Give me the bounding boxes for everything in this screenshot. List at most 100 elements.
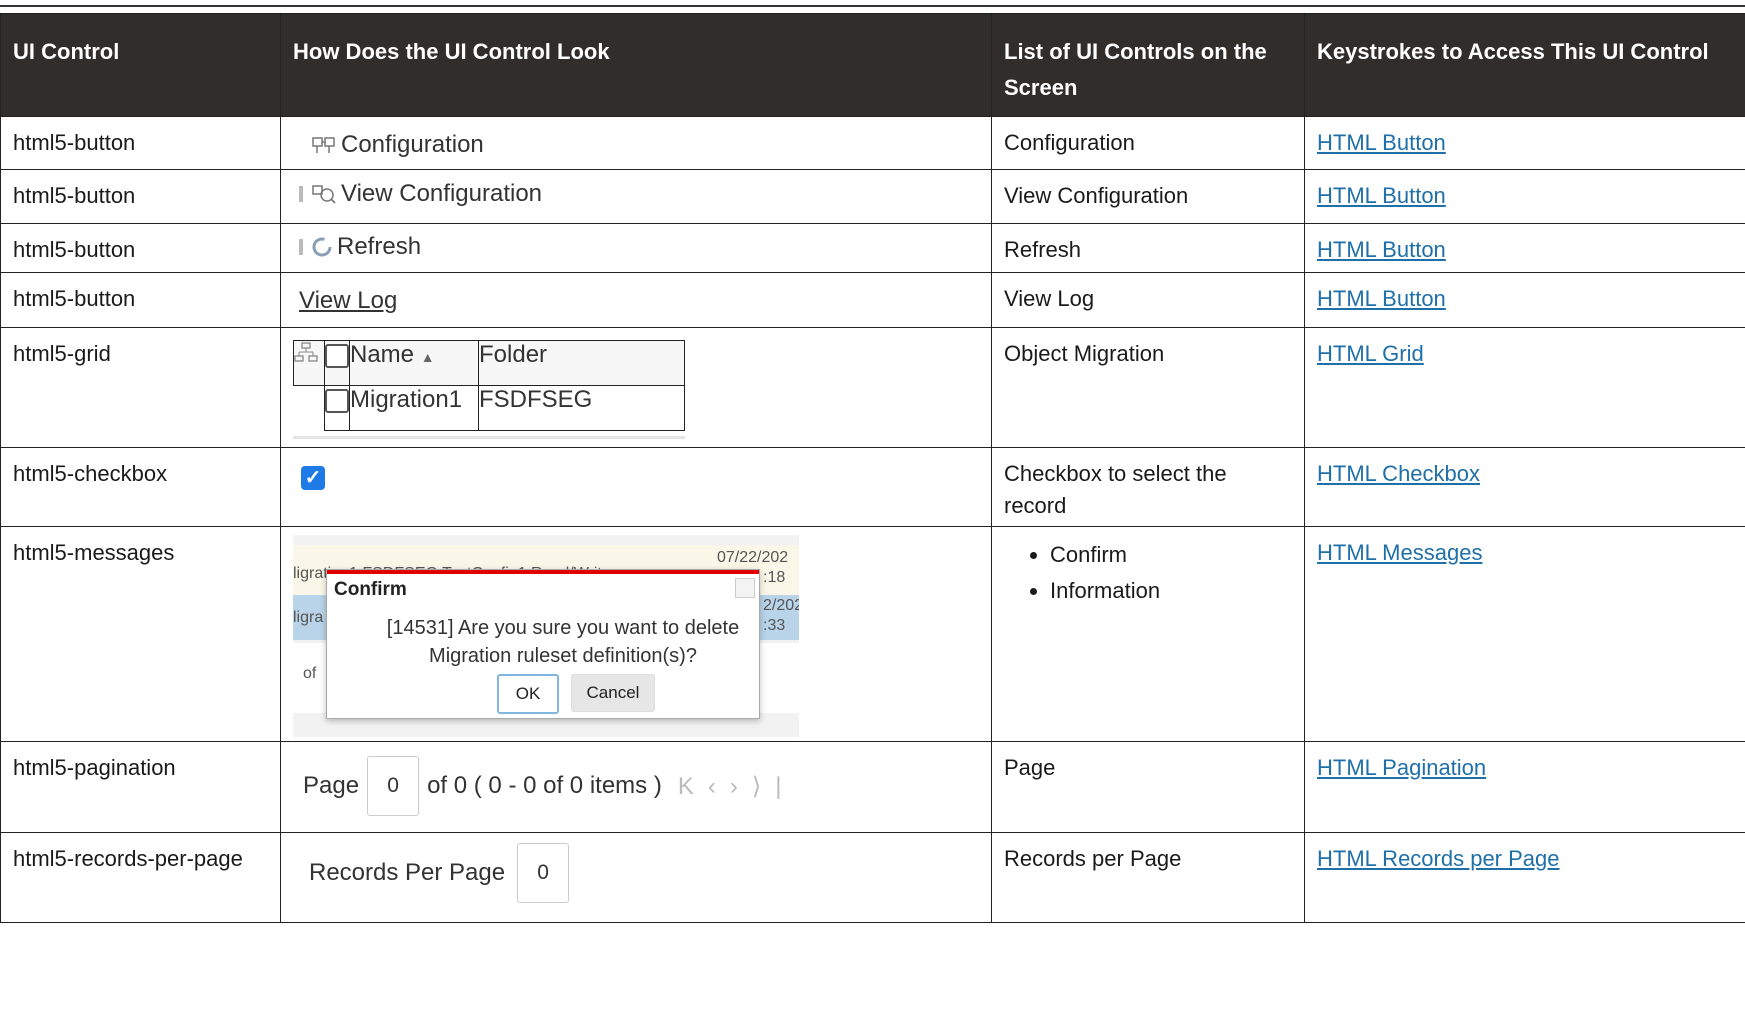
table-row: html5-button Refresh Refresh HTML Button — [0, 223, 1745, 273]
table-header-row: UI Control How Does the UI Control Look … — [0, 13, 1745, 117]
control-name: html5-button — [0, 223, 281, 273]
view-configuration-icon — [311, 183, 337, 205]
keystroke-cell: HTML Button — [1304, 116, 1745, 170]
dialog-message: [14531] Are you sure you want to delete … — [386, 617, 740, 667]
message-types-list: Confirm Information — [1026, 537, 1292, 609]
page-number-input[interactable]: 0 — [367, 756, 420, 816]
checked-checkbox[interactable]: ✓ — [301, 466, 325, 490]
keystroke-cell: HTML Button — [1304, 223, 1745, 273]
control-name: html5-button — [0, 116, 281, 170]
table-row: html5-button View Log View Log HTML Butt… — [0, 272, 1745, 328]
ok-button[interactable]: OK — [497, 674, 559, 714]
grid-col-folder[interactable]: Folder — [478, 340, 685, 386]
view-log-link[interactable]: View Log — [299, 287, 397, 315]
html-button-link[interactable]: HTML Button — [1317, 286, 1446, 311]
header-ui-control: UI Control — [0, 13, 281, 117]
look-cell: Refresh — [280, 223, 992, 273]
ui-controls-table: UI Control How Does the UI Control Look … — [0, 13, 1745, 923]
look-cell: ✓ — [280, 447, 992, 527]
sort-asc-icon: ▲ — [420, 349, 435, 365]
dialog-accent-bar — [327, 570, 759, 574]
separator-icon — [299, 186, 303, 202]
confirm-dialog-screenshot: ligration1 FSDFSEG TextConfig1 Read/Writ… — [293, 535, 799, 737]
grid-col-name[interactable]: Name ▲ — [349, 340, 479, 386]
table-row: html5-pagination Page 0 of 0 ( 0 - 0 of … — [0, 741, 1745, 833]
html-button-link[interactable]: HTML Button — [1317, 237, 1446, 262]
grid-header-row: Name ▲ Folder — [293, 340, 685, 386]
pager-nav-icons: K‹›⟩| — [678, 772, 796, 801]
control-name: html5-messages — [0, 526, 281, 742]
page-label: Page — [303, 772, 360, 799]
look-cell: ligration1 FSDFSEG TextConfig1 Read/Writ… — [280, 526, 992, 742]
control-list: Refresh — [991, 223, 1305, 273]
look-cell: Configuration — [280, 116, 992, 170]
look-cell: Page 0 of 0 ( 0 - 0 of 0 items ) K‹›⟩| — [280, 741, 992, 833]
control-name: html5-records-per-page — [0, 832, 281, 923]
grid-row: Migration1 FSDFSEG — [293, 385, 685, 431]
prev-page-icon[interactable]: ‹ — [708, 773, 730, 800]
dialog-close-icon[interactable] — [735, 578, 755, 598]
control-name: html5-grid — [0, 327, 281, 448]
next-page-icon[interactable]: › — [730, 773, 752, 800]
page-summary: of 0 ( 0 - 0 of 0 items ) — [427, 772, 662, 799]
background-date: 07/22/202 — [717, 549, 789, 566]
control-list: Object Migration — [991, 327, 1305, 448]
control-name: html5-checkbox — [0, 447, 281, 527]
look-cell: View Log — [280, 272, 992, 328]
header-keystrokes: Keystrokes to Access This UI Control — [1304, 13, 1745, 117]
list-item: Information — [1050, 573, 1292, 609]
list-item: Confirm — [1050, 537, 1292, 573]
keystroke-cell: HTML Grid — [1304, 327, 1745, 448]
header-look: How Does the UI Control Look — [280, 13, 992, 117]
background-time: :18 — [763, 569, 786, 586]
html-button-link[interactable]: HTML Button — [1317, 130, 1446, 155]
control-name: html5-pagination — [0, 741, 281, 833]
html-messages-link[interactable]: HTML Messages — [1317, 540, 1482, 565]
html-button-link[interactable]: HTML Button — [1317, 183, 1446, 208]
background-date: 2/202 — [763, 597, 799, 614]
refresh-button[interactable]: Refresh — [299, 233, 421, 261]
grid-cell-folder: FSDFSEG — [478, 385, 685, 431]
control-list: View Configuration — [991, 169, 1305, 224]
html-checkbox-link[interactable]: HTML Checkbox — [1317, 461, 1480, 486]
first-page-icon[interactable]: K — [678, 773, 708, 800]
view-configuration-button[interactable]: View Configuration — [299, 180, 542, 208]
control-list: Configuration — [991, 116, 1305, 170]
keystroke-cell: HTML Pagination — [1304, 741, 1745, 833]
keystroke-cell: HTML Button — [1304, 169, 1745, 224]
configuration-button[interactable]: Configuration — [311, 131, 484, 159]
confirm-dialog: Confirm [14531] Are you sure you want to… — [326, 569, 760, 719]
row-checkbox[interactable] — [325, 388, 349, 413]
background-time: :33 — [763, 617, 786, 634]
html-grid-link[interactable]: HTML Grid — [1317, 341, 1424, 366]
records-per-page-input[interactable]: 0 — [517, 843, 570, 903]
refresh-icon — [311, 236, 333, 258]
grid-col-name-label: Name — [350, 341, 415, 368]
last-page-icon[interactable]: ⟩| — [752, 773, 796, 800]
keystroke-cell: HTML Button — [1304, 272, 1745, 328]
dialog-title: Confirm — [334, 579, 407, 600]
keystroke-cell: HTML Records per Page — [1304, 832, 1745, 923]
sample-grid: Name ▲ Folder Migration1 FSDFSEG — [293, 340, 685, 439]
background-of: of — [303, 665, 317, 682]
cancel-button[interactable]: Cancel — [571, 674, 655, 712]
table-row: html5-button View Configuration View Con… — [0, 169, 1745, 224]
html-pagination-link[interactable]: HTML Pagination — [1317, 755, 1486, 780]
html-records-per-page-link[interactable]: HTML Records per Page — [1317, 846, 1560, 871]
look-cell: Records Per Page 0 — [280, 832, 992, 923]
look-cell: Name ▲ Folder Migration1 FSDFSEG — [280, 327, 992, 448]
control-list: Page — [991, 741, 1305, 833]
keystroke-cell: HTML Checkbox — [1304, 447, 1745, 527]
select-all-checkbox[interactable] — [325, 343, 349, 368]
records-per-page-label: Records Per Page — [309, 859, 506, 886]
control-list: Checkbox to select the record — [991, 447, 1305, 527]
pagination: Page 0 of 0 ( 0 - 0 of 0 items ) K‹›⟩| — [303, 756, 795, 816]
table-row: html5-grid Name ▲ Folder Migration1 FSDF… — [0, 327, 1745, 448]
control-list: View Log — [991, 272, 1305, 328]
table-row: html5-checkbox ✓ Checkbox to select the … — [0, 447, 1745, 527]
keystroke-cell: HTML Messages — [1304, 526, 1745, 742]
look-cell: View Configuration — [280, 169, 992, 224]
table-row: html5-records-per-page Records Per Page … — [0, 832, 1745, 923]
table-row: html5-messages ligration1 FSDFSEG TextCo… — [0, 526, 1745, 742]
hierarchy-icon[interactable] — [293, 340, 325, 386]
